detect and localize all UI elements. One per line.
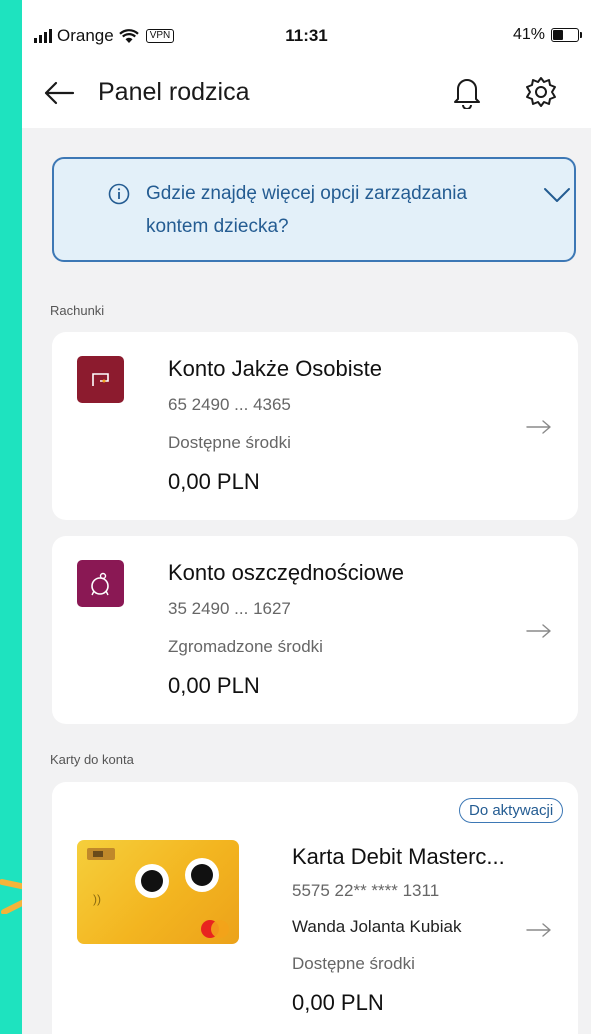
account-balance: 0,00 PLN (168, 469, 260, 494)
account-card[interactable]: Konto Jakże Osobiste 65 2490 ... 4365 Do… (52, 332, 578, 520)
card-balance-label: Dostępne środki (292, 954, 415, 973)
battery-percent: 41% (512, 26, 545, 43)
wallet-icon (77, 356, 124, 403)
payment-card[interactable]: Do aktywacji )) Karta Debit Masterc... 5… (52, 782, 578, 1034)
bell-icon[interactable] (452, 75, 482, 110)
page-title: Panel rodzica (98, 78, 250, 106)
gear-icon[interactable] (524, 75, 558, 109)
account-balance: 0,00 PLN (168, 673, 260, 698)
account-number: 35 2490 ... 1627 (168, 599, 291, 618)
account-balance-label: Zgromadzone środki (168, 637, 323, 656)
section-label-cards: Karty do konta (50, 752, 134, 767)
back-arrow-icon[interactable] (42, 78, 76, 108)
card-image: )) (77, 840, 239, 944)
card-balance: 0,00 PLN (292, 990, 384, 1015)
account-number: 65 2490 ... 4365 (168, 395, 291, 414)
arrow-right-icon (526, 419, 552, 435)
arrow-right-icon (526, 922, 552, 938)
app-header: Panel rodzica (22, 60, 591, 128)
info-banner[interactable]: Gdzie znajdę więcej opcji zarządzania ko… (52, 157, 576, 262)
piggy-bank-icon (77, 560, 124, 607)
info-banner-text: Gdzie znajdę więcej opcji zarządzania ko… (146, 183, 468, 237)
chevron-down-icon[interactable] (542, 185, 572, 205)
account-balance-label: Dostępne środki (168, 433, 291, 452)
info-icon (108, 183, 130, 205)
battery-icon (551, 28, 582, 42)
phone-screen: Orange VPN 11:31 41% Panel rodzica Gdzie… (22, 0, 591, 1034)
card-holder: Wanda Jolanta Kubiak (292, 917, 462, 936)
card-number: 5575 22** **** 1311 (292, 881, 440, 900)
card-name: Karta Debit Masterc... (292, 844, 505, 869)
section-label-accounts: Rachunki (50, 303, 105, 318)
arrow-right-icon (526, 623, 552, 639)
status-badge: Do aktywacji (459, 798, 564, 823)
account-name: Konto Jakże Osobiste (168, 356, 383, 381)
status-time: 11:31 (285, 26, 328, 45)
account-card[interactable]: Konto oszczędnościowe 35 2490 ... 1627 Z… (52, 536, 578, 724)
account-name: Konto oszczędnościowe (168, 560, 405, 585)
